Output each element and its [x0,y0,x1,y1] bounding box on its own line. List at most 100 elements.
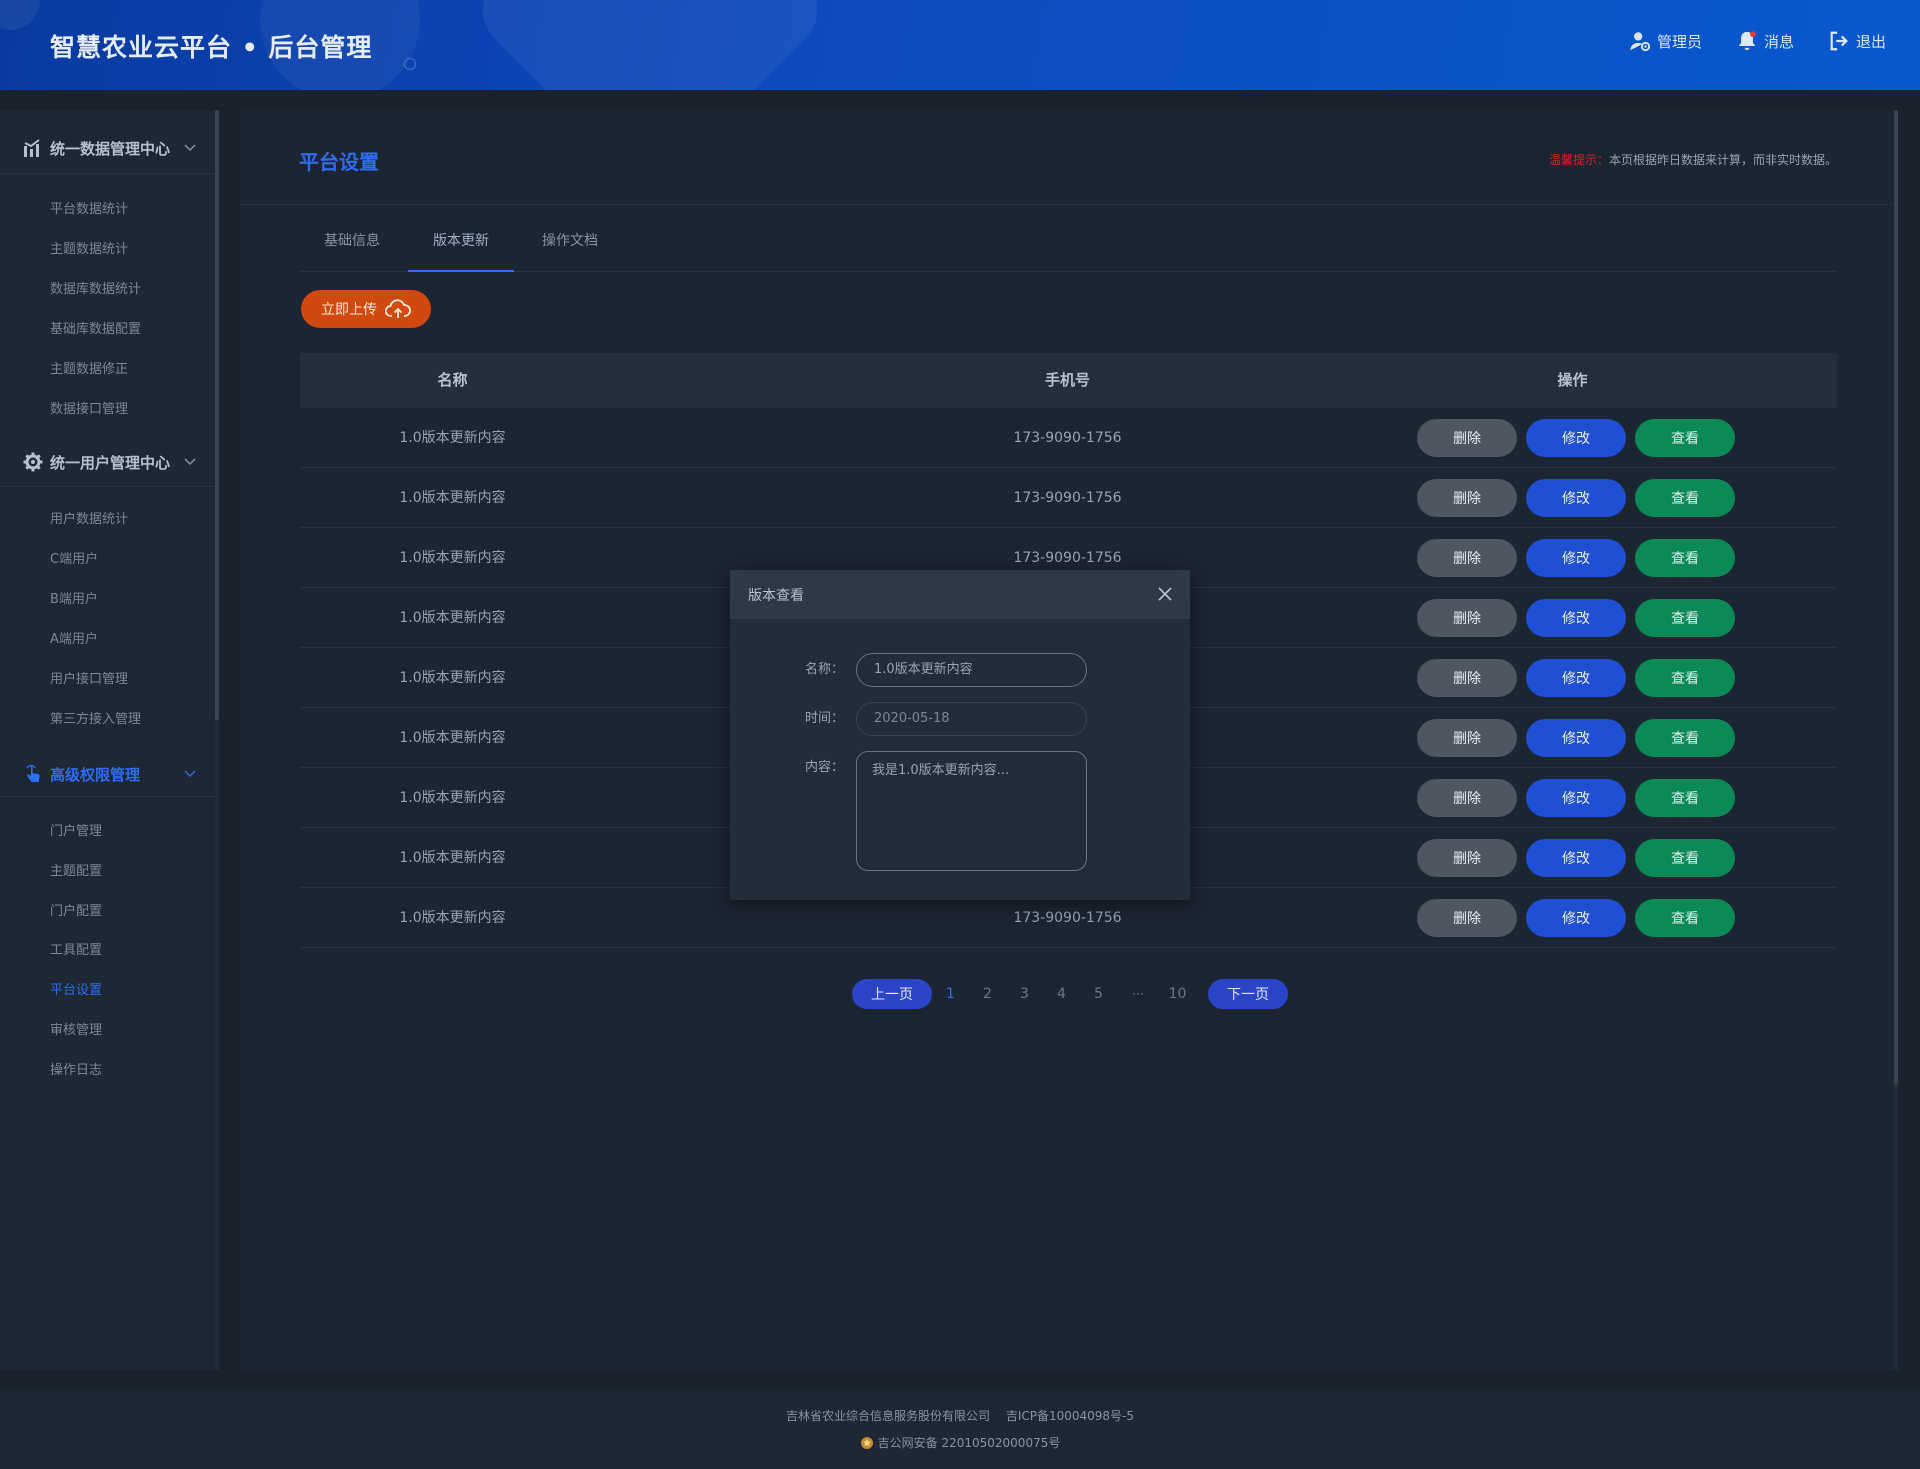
edit-button[interactable]: 修改 [1526,659,1626,697]
tab-basic-info[interactable]: 基础信息 [299,220,405,272]
edit-button[interactable]: 修改 [1526,599,1626,637]
cell-name: 1.0版本更新内容 [399,610,506,626]
footer: 吉林省农业综合信息服务股份有限公司 吉ICP备10004098号-5 吉公网安备… [0,1389,1920,1469]
view-button[interactable]: 查看 [1635,479,1735,517]
view-button[interactable]: 查看 [1635,779,1735,817]
edit-button[interactable]: 修改 [1526,539,1626,577]
tab-operation-docs[interactable]: 操作文档 [517,220,623,272]
edit-button[interactable]: 修改 [1526,719,1626,757]
sidebar-item-third-party[interactable]: 第三方接入管理 [50,708,141,727]
page-10-link[interactable]: 10 [1159,986,1196,1002]
notice-tag: 温馨提示： [1548,153,1609,167]
page-title: 平台设置 [299,150,379,174]
delete-button[interactable]: 删除 [1417,779,1517,817]
gear-icon [23,452,43,472]
view-button[interactable]: 查看 [1635,899,1735,937]
row-actions: 删除 修改 查看 [1417,899,1735,937]
sidebar-item-portal-manage[interactable]: 门户管理 [50,820,102,839]
tab-version-update[interactable]: 版本更新 [408,220,514,272]
main-scrollbar[interactable] [1894,110,1898,1085]
time-field[interactable]: 2020-05-18 [856,702,1087,736]
sidebar-item-c-users[interactable]: C端用户 [50,548,98,567]
close-icon[interactable] [1156,585,1174,603]
sidebar-item-db-stats[interactable]: 数据库数据统计 [50,278,141,297]
sidebar-group-user-center[interactable]: 统一用户管理中心 [0,442,215,482]
sidebar-item-topic-stats[interactable]: 主题数据统计 [50,238,128,257]
row-actions: 删除 修改 查看 [1417,659,1735,697]
sidebar-item-portal-config[interactable]: 门户配置 [50,900,102,919]
sidebar-item-review-manage[interactable]: 审核管理 [50,1019,102,1038]
notice-text: 本页根据昨日数据来计算，而非实时数据。 [1608,153,1837,167]
delete-button[interactable]: 删除 [1417,479,1517,517]
sidebar-item-operation-log[interactable]: 操作日志 [50,1059,102,1078]
admin-user-icon [1630,32,1651,52]
view-button[interactable]: 查看 [1635,419,1735,457]
edit-button[interactable]: 修改 [1526,779,1626,817]
view-button[interactable]: 查看 [1635,659,1735,697]
top-header: 智慧农业云平台 • 后台管理 管理员 消息 退出 [0,0,1920,90]
sidebar-item-b-users[interactable]: B端用户 [50,588,98,607]
page-4-link[interactable]: 4 [1043,986,1080,1002]
prev-page-button[interactable]: 上一页 [852,979,932,1009]
sidebar-item-user-api[interactable]: 用户接口管理 [50,668,128,687]
tab-bar: 基础信息 版本更新 操作文档 [299,220,1837,272]
sidebar-item-user-stats[interactable]: 用户数据统计 [50,508,128,527]
delete-button[interactable]: 删除 [1417,839,1517,877]
header-decoration [404,58,416,70]
cell-phone: 173-9090-1756 [1013,490,1122,506]
edit-button[interactable]: 修改 [1526,839,1626,877]
modal-row-name: 名称： 1.0版本更新内容 [730,653,1087,687]
next-page-button[interactable]: 下一页 [1208,979,1288,1009]
sidebar-item-platform-stats[interactable]: 平台数据统计 [50,198,128,217]
sidebar-group-data-center[interactable]: 统一数据管理中心 [0,128,215,168]
logout-button[interactable]: 退出 [1828,30,1886,52]
sidebar-scrollbar[interactable] [215,110,219,720]
row-actions: 删除 修改 查看 [1417,479,1735,517]
sidebar-group-label: 统一用户管理中心 [50,453,171,472]
page-1-link[interactable]: 1 [932,986,969,1002]
sidebar-item-platform-settings[interactable]: 平台设置 [50,979,102,998]
sidebar-item-data-api[interactable]: 数据接口管理 [50,398,128,417]
logout-label: 退出 [1855,32,1886,51]
sidebar-item-theme-config[interactable]: 主题配置 [50,860,102,879]
footer-police[interactable]: 吉公网安备 22010502000075号 [878,1434,1061,1451]
page-3-link[interactable]: 3 [1006,986,1043,1002]
view-button[interactable]: 查看 [1635,539,1735,577]
upload-label: 立即上传 [321,302,377,318]
edit-button[interactable]: 修改 [1526,479,1626,517]
content-label: 内容： [804,760,844,775]
view-button[interactable]: 查看 [1635,839,1735,877]
delete-button[interactable]: 删除 [1417,659,1517,697]
name-field[interactable]: 1.0版本更新内容 [856,653,1087,687]
view-button[interactable]: 查看 [1635,599,1735,637]
sidebar-item-a-users[interactable]: A端用户 [50,628,98,647]
row-actions: 删除 修改 查看 [1417,839,1735,877]
delete-button[interactable]: 删除 [1417,539,1517,577]
sidebar-item-base-config[interactable]: 基础库数据配置 [50,318,141,337]
messages-button[interactable]: 消息 [1736,30,1794,52]
sidebar-item-tool-config[interactable]: 工具配置 [50,939,102,958]
header-decoration [0,0,40,30]
sidebar-item-topic-fix[interactable]: 主题数据修正 [50,358,128,377]
edit-button[interactable]: 修改 [1526,899,1626,937]
column-header-name: 名称 [437,371,468,389]
page-2-link[interactable]: 2 [969,986,1006,1002]
page-5-link[interactable]: 5 [1080,986,1117,1002]
header-actions: 管理员 消息 退出 [1629,30,1886,52]
upload-button[interactable]: 立即上传 [301,290,431,328]
sidebar-group-permissions[interactable]: 高级权限管理 [0,754,215,794]
view-button[interactable]: 查看 [1635,719,1735,757]
delete-button[interactable]: 删除 [1417,419,1517,457]
content-textarea[interactable]: 我是1.0版本更新内容... [856,751,1087,871]
delete-button[interactable]: 删除 [1417,599,1517,637]
cell-name: 1.0版本更新内容 [399,730,506,746]
delete-button[interactable]: 删除 [1417,899,1517,937]
delete-button[interactable]: 删除 [1417,719,1517,757]
table-header: 名称 手机号 操作 [300,353,1837,408]
footer-line: 吉林省农业综合信息服务股份有限公司 吉ICP备10004098号-5 [0,1407,1920,1424]
edit-button[interactable]: 修改 [1526,419,1626,457]
modal-title: 版本查看 [748,587,804,604]
footer-icp[interactable]: 吉ICP备10004098号-5 [1006,1409,1134,1423]
admin-button[interactable]: 管理员 [1629,30,1702,52]
chevron-down-icon [184,770,196,778]
